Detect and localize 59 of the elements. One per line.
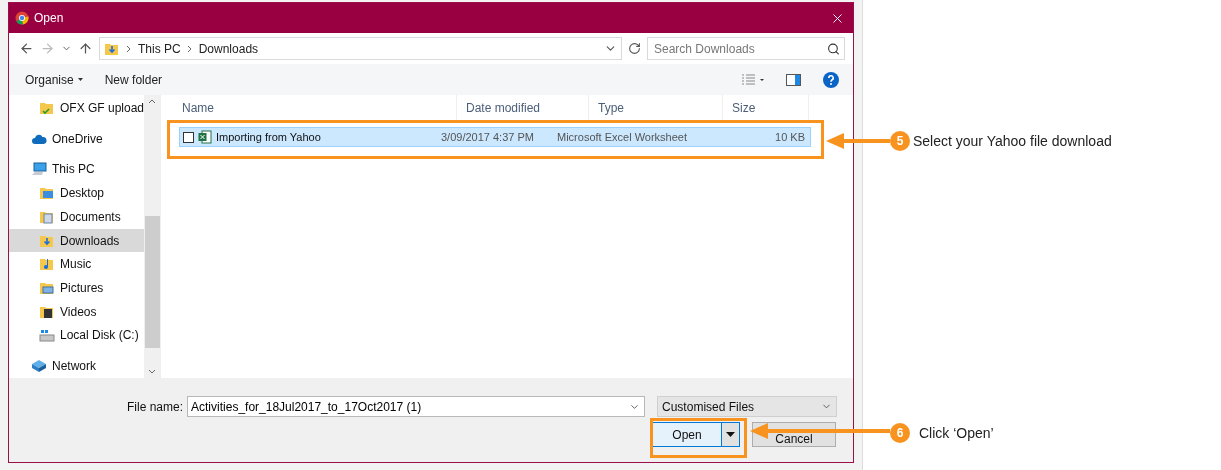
address-field[interactable]: This PC Downloads (99, 37, 622, 60)
pointer-arrow (826, 133, 890, 149)
refresh-icon[interactable] (628, 42, 641, 55)
computer-icon (31, 162, 47, 177)
chevron-right-icon (126, 44, 132, 53)
caret-icon (77, 78, 83, 81)
preview-pane-icon[interactable] (786, 73, 801, 86)
search-field[interactable]: Search Downloads (647, 37, 845, 60)
size-cell-text: 10 KB (774, 131, 805, 143)
step-badge: 6 (890, 423, 910, 443)
nav-item[interactable]: Pictures (9, 276, 145, 300)
breadcrumb[interactable]: This PC (138, 41, 181, 56)
scroll-up-icon[interactable] (148, 99, 156, 104)
nav-item[interactable]: Local Disk (C:) (9, 323, 145, 348)
search-icon (827, 42, 840, 55)
file-row[interactable]: Importing from Yahoo 3/09/2017 4:37 PM Microsoft Excel Worksheet 10 KB (179, 127, 811, 147)
window-title: Open (34, 11, 65, 25)
folder-icon (39, 256, 55, 273)
nav-item[interactable]: OFX GF upload (9, 96, 145, 120)
step-badge: 5 (890, 131, 910, 151)
organise-button[interactable]: Organise (25, 70, 83, 89)
nav-item[interactable]: Music (9, 252, 145, 277)
callout-text: Select your Yahoo file download (913, 133, 1112, 149)
up-icon[interactable] (78, 41, 93, 56)
nav-item[interactable]: Videos (9, 299, 145, 324)
type-cell-text: Microsoft Excel Worksheet (557, 131, 688, 143)
nav-item[interactable]: This PC (9, 157, 145, 182)
nav-item[interactable]: Downloads (9, 228, 145, 253)
file-name-label: File name: (127, 399, 184, 414)
row-checkbox[interactable] (183, 131, 194, 143)
scroll-down-icon[interactable] (148, 369, 156, 374)
chevron-right-icon (186, 44, 193, 53)
disk-icon (39, 328, 55, 343)
file-type-dropdown[interactable]: Customised Files (657, 396, 837, 417)
nav-item[interactable]: Network (9, 354, 145, 379)
folder-icon (39, 280, 55, 296)
column-header[interactable]: Name (173, 95, 457, 121)
network-icon (31, 359, 47, 374)
column-header[interactable]: Size (723, 95, 809, 121)
nav-item[interactable]: OneDrive (9, 126, 145, 151)
browser-logo-icon (15, 11, 29, 25)
scroll-thumb[interactable] (144, 216, 160, 348)
column-header[interactable]: Type (589, 95, 723, 121)
help-icon[interactable] (823, 71, 839, 88)
file-name: Importing from Yahoo (216, 131, 321, 143)
callout-text: Click ‘Open’ (919, 425, 994, 441)
breadcrumb[interactable]: Downloads (198, 41, 259, 56)
nav-item[interactable]: Documents (9, 204, 145, 229)
file-name-field[interactable]: Activities_for_18Jul2017_to_17Oct2017 (1) (187, 396, 646, 417)
caret-icon (726, 432, 735, 437)
back-icon[interactable] (19, 41, 34, 56)
column-header[interactable]: Date modified (457, 95, 589, 121)
open-button[interactable]: Open (653, 423, 722, 446)
cloud-icon (31, 132, 47, 145)
new-folder-button[interactable]: New folder (104, 70, 163, 89)
date-cell-text: 3/09/2017 4:37 PM (441, 131, 535, 143)
nav-item[interactable]: Desktop (9, 181, 145, 205)
spreadsheet-icon (198, 130, 212, 144)
folder-icon (39, 185, 55, 202)
